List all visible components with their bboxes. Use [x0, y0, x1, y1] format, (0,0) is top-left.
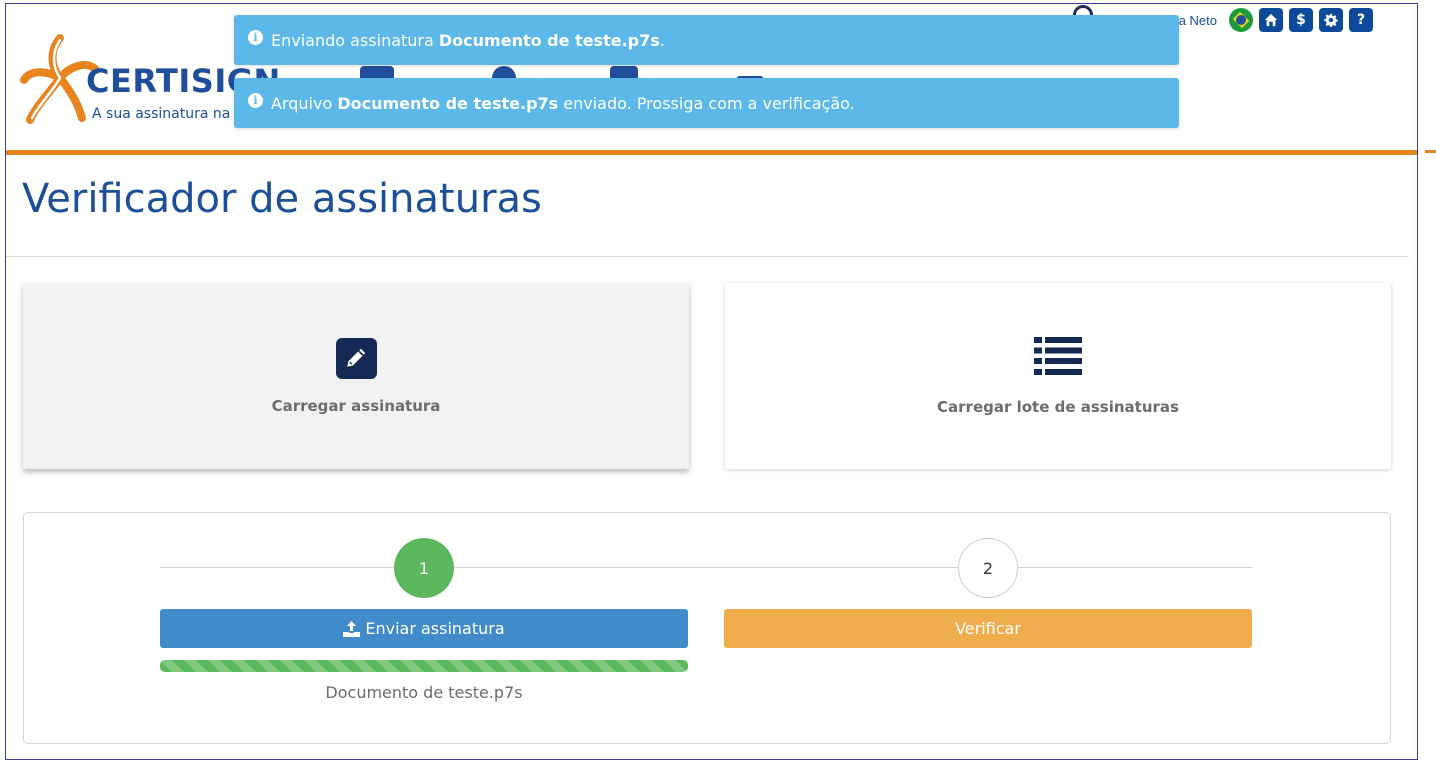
scroll-indicator	[1425, 150, 1436, 153]
toast-file: Documento de teste.p7s	[438, 30, 660, 50]
upload-button-label: Enviar assinatura	[365, 619, 505, 638]
page-title: Verificador de assinaturas	[22, 176, 542, 222]
upload-batch-card[interactable]: Carregar lote de assinaturas	[725, 283, 1391, 469]
info-icon: i	[248, 92, 263, 108]
dollar-icon[interactable]: $	[1289, 8, 1313, 32]
list-icon	[1034, 336, 1082, 380]
upload-signature-button[interactable]: Enviar assinatura	[160, 609, 688, 648]
uploaded-file-name: Documento de teste.p7s	[325, 683, 523, 702]
info-icon: i	[248, 29, 263, 45]
upload-progress-fill	[160, 660, 688, 672]
verify-button[interactable]: Verificar	[724, 609, 1252, 648]
step-connector	[160, 567, 394, 568]
help-icon[interactable]: ?	[1349, 8, 1373, 32]
card-label: Carregar lote de assinaturas	[937, 397, 1179, 416]
upload-signature-card[interactable]: Carregar assinatura	[23, 283, 689, 469]
step-1-indicator: 1	[394, 538, 454, 598]
toast-file: Documento de teste.p7s	[337, 93, 559, 113]
header-divider	[6, 150, 1417, 155]
step-connector	[454, 567, 958, 568]
toast-prefix: Enviando assinatura	[271, 30, 439, 50]
card-label: Carregar assinatura	[271, 396, 441, 415]
brazil-flag-icon[interactable]	[1229, 8, 1253, 32]
toast-sending[interactable]: i Enviando assinatura Documento de teste…	[234, 15, 1179, 65]
app-frame: CERTISIGN A sua assinatura na rede a Net…	[5, 3, 1418, 760]
title-divider	[6, 256, 1409, 257]
toast-text: Enviando assinatura Documento de teste.p…	[271, 31, 665, 50]
step-2-indicator: 2	[958, 538, 1018, 598]
toast-prefix: Arquivo	[271, 93, 338, 113]
upload-progress-bar	[160, 660, 688, 672]
toast-sent[interactable]: i Arquivo Documento de teste.p7s enviado…	[234, 78, 1179, 128]
upload-icon	[343, 620, 361, 637]
toast-suffix: .	[659, 30, 665, 50]
verification-wizard: 1 2 Enviar assinatura Verificar Document…	[23, 512, 1391, 744]
user-name[interactable]: a Neto	[1179, 13, 1217, 28]
toast-suffix: enviado. Prossiga com a verificação.	[558, 93, 855, 113]
toast-text: Arquivo Documento de teste.p7s enviado. …	[271, 94, 855, 113]
pencil-icon	[335, 337, 377, 379]
step-connector	[1018, 567, 1252, 568]
gear-icon[interactable]	[1319, 8, 1343, 32]
home-icon[interactable]	[1259, 8, 1283, 32]
